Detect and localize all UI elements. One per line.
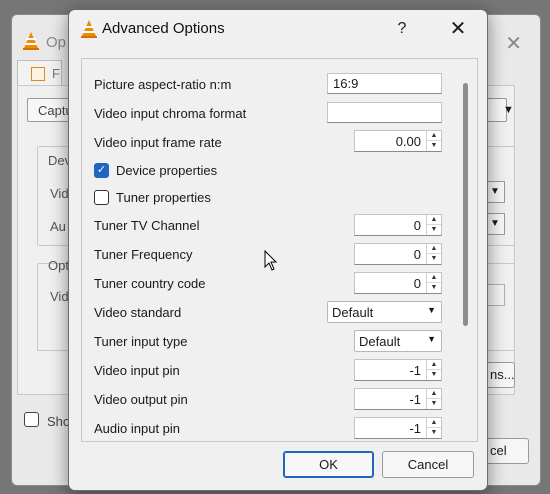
aspect-ratio-input[interactable]: 16:9 <box>327 73 442 94</box>
tuner-frequency-value: 0 <box>413 247 421 262</box>
device-properties-checkbox[interactable]: ✓ <box>94 163 109 178</box>
chroma-format-label: Video input chroma format <box>94 106 247 121</box>
spin-down-icon[interactable]: ▼ <box>427 141 441 151</box>
vertical-scrollbar-thumb[interactable] <box>463 83 468 326</box>
cancel-button[interactable]: Cancel <box>382 451 474 478</box>
spin-down-icon[interactable]: ▼ <box>427 225 441 235</box>
input-type-value: Default <box>359 334 401 349</box>
audio-input-pin-label: Audio input pin <box>94 421 181 436</box>
spin-buttons: ▲ ▼ <box>426 389 441 409</box>
background-video-label: Vid <box>50 186 69 201</box>
tuner-properties-label: Tuner properties <box>116 190 211 205</box>
input-type-label: Tuner input type <box>94 334 188 349</box>
video-input-pin-spinbox[interactable]: -1 ▲ ▼ <box>354 359 442 381</box>
background-field[interactable] <box>485 284 505 306</box>
close-icon[interactable]: ✕ <box>443 15 473 43</box>
video-standard-select[interactable]: Default ▼ <box>327 301 442 323</box>
spin-down-icon[interactable]: ▼ <box>427 370 441 380</box>
video-output-pin-value: -1 <box>409 392 421 407</box>
advanced-options-dialog: Advanced Options ? ✕ Picture aspect-rati… <box>68 9 488 491</box>
background-close-icon[interactable]: ✕ <box>505 31 522 56</box>
country-code-label: Tuner country code <box>94 276 206 291</box>
chevron-down-icon: ▼ <box>503 104 514 116</box>
dialog-titlebar: Advanced Options ? ✕ <box>69 10 487 48</box>
background-tab-label: F <box>52 66 60 81</box>
spin-buttons: ▲ ▼ <box>426 418 441 438</box>
background-cancel-button[interactable]: cel <box>485 438 529 464</box>
vlc-cone-icon <box>23 32 39 50</box>
background-video-combo[interactable]: ▼ <box>485 181 505 203</box>
audio-input-pin-value: -1 <box>409 421 421 436</box>
background-show-label: Sho <box>47 414 71 429</box>
help-icon[interactable]: ? <box>389 16 415 42</box>
tv-channel-spinbox[interactable]: 0 ▲ ▼ <box>354 214 442 236</box>
video-input-pin-value: -1 <box>409 363 421 378</box>
spin-up-icon[interactable]: ▲ <box>427 418 441 428</box>
frame-rate-value: 0.00 <box>395 134 421 149</box>
spin-down-icon[interactable]: ▼ <box>427 254 441 264</box>
vlc-cone-icon <box>81 20 97 38</box>
aspect-ratio-label: Picture aspect-ratio n:m <box>94 77 232 92</box>
tv-channel-value: 0 <box>413 218 421 233</box>
spin-up-icon[interactable]: ▲ <box>427 131 441 141</box>
device-properties-label: Device properties <box>116 163 218 178</box>
spin-buttons: ▲ ▼ <box>426 131 441 151</box>
background-more-button-label: ns... <box>490 367 515 382</box>
input-type-select[interactable]: Default ▼ <box>354 330 442 352</box>
spin-buttons: ▲ ▼ <box>426 215 441 235</box>
chevron-down-icon: ▼ <box>427 305 436 315</box>
frame-rate-label: Video input frame rate <box>94 135 222 150</box>
audio-input-pin-spinbox[interactable]: -1 ▲ ▼ <box>354 417 442 439</box>
background-audio-label: Au <box>50 219 66 234</box>
spin-buttons: ▲ ▼ <box>426 244 441 264</box>
video-output-pin-spinbox[interactable]: -1 ▲ ▼ <box>354 388 442 410</box>
chroma-format-input[interactable] <box>327 102 442 123</box>
country-code-value: 0 <box>413 276 421 291</box>
background-audio-combo[interactable]: ▼ <box>485 213 505 235</box>
background-more-button[interactable]: ns... <box>485 362 515 388</box>
spin-up-icon[interactable]: ▲ <box>427 215 441 225</box>
spin-down-icon[interactable]: ▼ <box>427 283 441 293</box>
ok-button[interactable]: OK <box>283 451 374 478</box>
chevron-down-icon: ▼ <box>427 334 436 344</box>
frame-rate-spinbox[interactable]: 0.00 ▲ ▼ <box>354 130 442 152</box>
tuner-frequency-spinbox[interactable]: 0 ▲ ▼ <box>354 243 442 265</box>
tv-channel-label: Tuner TV Channel <box>94 218 200 233</box>
mouse-cursor-icon <box>264 250 278 271</box>
spin-up-icon[interactable]: ▲ <box>427 244 441 254</box>
tuner-properties-checkbox[interactable] <box>94 190 109 205</box>
background-cancel-label: cel <box>490 443 507 458</box>
background-title: Op <box>46 34 67 51</box>
background-show-checkbox[interactable] <box>24 412 39 427</box>
country-code-spinbox[interactable]: 0 ▲ ▼ <box>354 272 442 294</box>
video-input-pin-label: Video input pin <box>94 363 180 378</box>
spin-down-icon[interactable]: ▼ <box>427 428 441 438</box>
file-icon <box>31 67 45 81</box>
video-standard-value: Default <box>332 305 374 320</box>
spin-buttons: ▲ ▼ <box>426 273 441 293</box>
spin-down-icon[interactable]: ▼ <box>427 399 441 409</box>
options-scroll-area[interactable]: Picture aspect-ratio n:m 16:9 Video inpu… <box>81 58 478 442</box>
background-video-label-2: Vid <box>50 289 69 304</box>
spin-up-icon[interactable]: ▲ <box>427 360 441 370</box>
dialog-title: Advanced Options <box>102 20 225 37</box>
spin-up-icon[interactable]: ▲ <box>427 273 441 283</box>
spin-buttons: ▲ ▼ <box>426 360 441 380</box>
video-output-pin-label: Video output pin <box>94 392 188 407</box>
tuner-frequency-label: Tuner Frequency <box>94 247 193 262</box>
spin-up-icon[interactable]: ▲ <box>427 389 441 399</box>
video-standard-label: Video standard <box>94 305 182 320</box>
